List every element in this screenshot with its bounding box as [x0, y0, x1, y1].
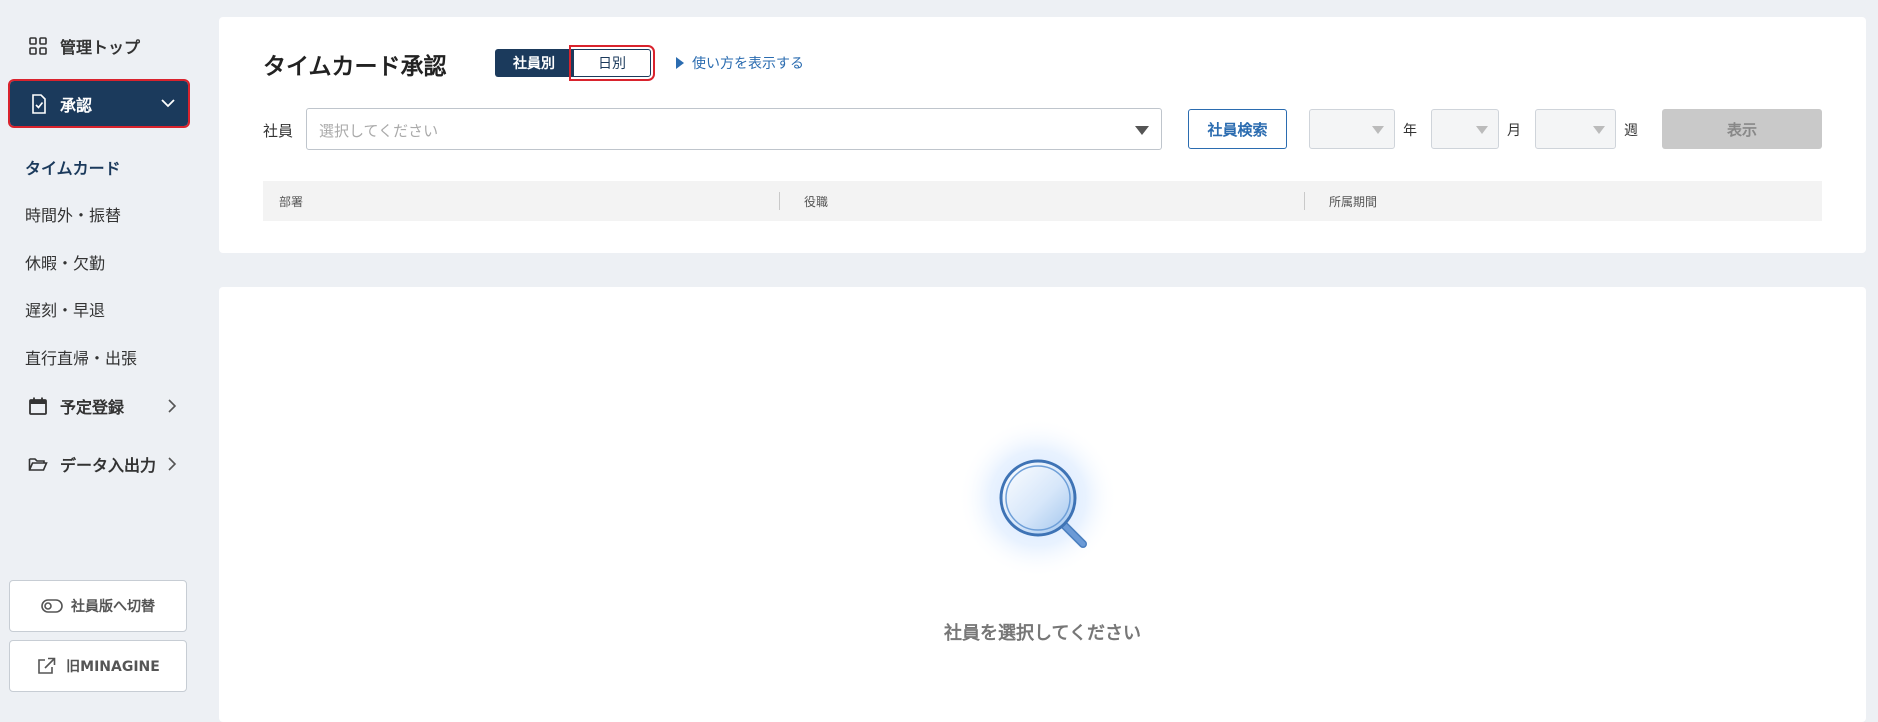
- caret-down-icon: [1135, 126, 1149, 135]
- old-minagine-label: 旧MINAGINE: [66, 659, 160, 675]
- empty-state-message: 社員を選択してください: [944, 623, 1141, 644]
- page-title: タイムカード承認: [263, 54, 447, 80]
- filter-card: タイムカード承認 社員別 日別 使い方を表示する 社員 選択してください 社員検…: [219, 17, 1866, 253]
- howto-link[interactable]: 使い方を表示する: [676, 53, 804, 73]
- external-link-icon: [38, 657, 56, 674]
- caret-down-icon: [1372, 126, 1384, 134]
- nav-approval[interactable]: 承認: [8, 79, 190, 128]
- employee-label: 社員: [263, 122, 294, 140]
- caret-down-icon: [1593, 126, 1605, 134]
- divider: [779, 192, 780, 210]
- sidebar-item-direct-trip[interactable]: 直行直帰・出張: [25, 345, 137, 369]
- switch-employee-version-label: 社員版へ切替: [71, 599, 155, 615]
- chevron-right-icon: [168, 457, 177, 471]
- caret-down-icon: [1476, 126, 1488, 134]
- month-select[interactable]: [1431, 109, 1499, 149]
- chevron-right-icon: [168, 399, 177, 413]
- employee-info-bar: 部署 役職 所属期間: [263, 181, 1822, 221]
- magnifier-icon: [958, 418, 1118, 578]
- nav-admin-top[interactable]: 管理トップ: [10, 28, 190, 64]
- year-select[interactable]: [1309, 109, 1395, 149]
- toggle-by-day[interactable]: 日別: [569, 45, 655, 81]
- grid-icon: [29, 37, 47, 55]
- sidebar-item-late-early[interactable]: 遅刻・早退: [25, 297, 105, 321]
- result-card: 社員を選択してください: [219, 287, 1866, 722]
- play-triangle-icon: [676, 57, 684, 69]
- year-unit: 年: [1403, 123, 1417, 139]
- document-check-icon: [32, 93, 46, 114]
- position-label: 役職: [804, 194, 829, 209]
- chevron-down-icon: [161, 99, 175, 108]
- calendar-icon: [29, 397, 47, 415]
- sidebar: 管理トップ 承認 タイムカード 時間外・振替 休暇・欠勤 遅刻・早退 直行直帰・…: [0, 0, 200, 722]
- period-label: 所属期間: [1329, 194, 1378, 209]
- week-unit: 週: [1624, 123, 1638, 139]
- nav-data-io-label: データ入出力: [60, 456, 157, 475]
- nav-admin-top-label: 管理トップ: [60, 38, 141, 57]
- folder-open-icon: [28, 458, 48, 471]
- employee-select-placeholder: 選択してください: [319, 122, 439, 140]
- week-select[interactable]: [1535, 109, 1616, 149]
- toggle-icon: [41, 599, 63, 613]
- employee-search-button[interactable]: 社員検索: [1188, 109, 1287, 149]
- employee-select[interactable]: 選択してください: [306, 108, 1162, 150]
- old-minagine-button[interactable]: 旧MINAGINE: [9, 640, 187, 692]
- howto-label: 使い方を表示する: [692, 56, 804, 72]
- show-button[interactable]: 表示: [1662, 109, 1822, 149]
- sidebar-item-leave[interactable]: 休暇・欠勤: [25, 250, 105, 274]
- sidebar-item-timecard[interactable]: タイムカード: [25, 155, 121, 179]
- month-unit: 月: [1507, 123, 1521, 139]
- divider: [1304, 192, 1305, 210]
- nav-data-io[interactable]: データ入出力: [10, 446, 190, 482]
- nav-schedule[interactable]: 予定登録: [10, 388, 190, 424]
- dept-label: 部署: [279, 194, 304, 209]
- nav-approval-label: 承認: [60, 95, 93, 115]
- sidebar-item-overtime[interactable]: 時間外・振替: [25, 202, 121, 226]
- view-toggle: 社員別 日別: [495, 45, 655, 81]
- nav-schedule-label: 予定登録: [60, 398, 125, 417]
- switch-employee-version-button[interactable]: 社員版へ切替: [9, 580, 187, 632]
- toggle-by-employee[interactable]: 社員別: [495, 49, 573, 77]
